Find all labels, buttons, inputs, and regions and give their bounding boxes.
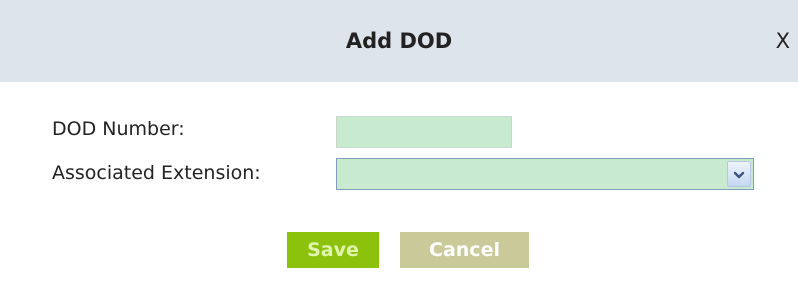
add-dod-dialog: Add DOD X DOD Number: Associated Extensi… bbox=[0, 0, 798, 302]
dod-number-label: DOD Number: bbox=[52, 118, 185, 140]
dod-number-input[interactable] bbox=[336, 116, 512, 148]
associated-extension-select[interactable] bbox=[336, 158, 754, 190]
chevron-down-icon[interactable] bbox=[727, 161, 751, 187]
close-button[interactable]: X bbox=[776, 0, 790, 82]
cancel-button[interactable]: Cancel bbox=[400, 232, 529, 268]
dialog-header: Add DOD X bbox=[0, 0, 798, 82]
save-button[interactable]: Save bbox=[287, 232, 379, 268]
dialog-title: Add DOD bbox=[345, 29, 453, 53]
associated-extension-label: Associated Extension: bbox=[52, 162, 261, 184]
